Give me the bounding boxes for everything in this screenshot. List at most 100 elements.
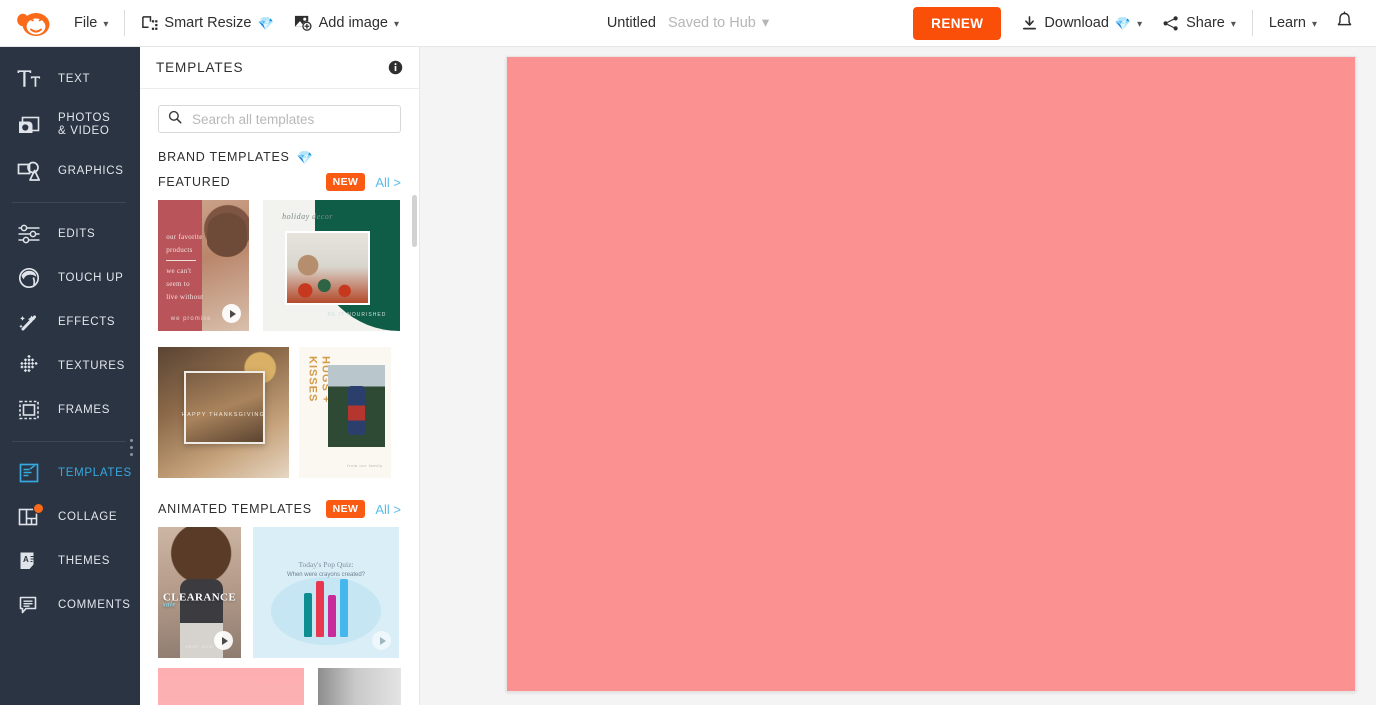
wand-icon [14, 312, 44, 333]
sidebar-item-templates[interactable]: TEMPLATES [0, 451, 140, 495]
sidebar-item-edits[interactable]: EDITS [0, 212, 140, 256]
texture-icon [14, 355, 44, 377]
sidebar-item-label: EFFECTS [58, 315, 116, 328]
file-menu-label: File [74, 15, 98, 31]
learn-label: Learn [1268, 15, 1306, 31]
template-card-holiday-decor[interactable]: holiday decor BE IT NOURISHED [263, 200, 400, 331]
sidebar-item-effects[interactable]: EFFECTS [0, 300, 140, 344]
sidebar-item-graphics[interactable]: GRAPHICS [0, 149, 140, 193]
featured-all-link[interactable]: All > [375, 175, 401, 190]
crayons-illustration [304, 579, 348, 638]
rail-drag-handle[interactable] [130, 439, 133, 456]
animated-row-1: CLEARANCE sale SHOP NOW Today's Pop Quiz:… [158, 527, 401, 658]
resize-icon [141, 15, 158, 32]
search-input[interactable] [192, 111, 391, 127]
add-image-icon [294, 14, 313, 32]
template-card-food-partial[interactable] [318, 668, 401, 705]
templates-scroll-area[interactable]: BRAND TEMPLATES 💎 FEATURED NEW All > [140, 89, 419, 705]
new-badge: NEW [325, 500, 366, 518]
animated-row-2 [158, 668, 401, 705]
section-label: ANIMATED TEMPLATES [158, 502, 312, 516]
notifications-button[interactable] [1327, 10, 1366, 36]
document-title-group: Untitled Saved to Hub ▾ [607, 15, 769, 31]
sidebar-item-photos-video[interactable]: PHOTOS & VIDEO [0, 101, 140, 149]
bell-icon [1335, 10, 1354, 36]
sidebar-item-label: PHOTOS & VIDEO [58, 112, 111, 137]
sidebar-item-label: TEMPLATES [58, 466, 132, 479]
picmonkey-editor: File ▾ Smart Resize 💎 Add image ▾ Untitl… [0, 0, 1376, 705]
download-label: Download [1044, 15, 1109, 31]
sidebar-item-themes[interactable]: A THEMES [0, 539, 140, 583]
picmonkey-logo[interactable] [8, 9, 64, 37]
sidebar-item-text[interactable]: TEXT [0, 57, 140, 101]
download-icon [1021, 15, 1038, 32]
section-brand-templates[interactable]: BRAND TEMPLATES 💎 [158, 150, 401, 164]
templates-panel: TEMPLATES Search all templates BRAND TEM… [140, 47, 420, 705]
save-status[interactable]: Saved to Hub ▾ [668, 15, 769, 31]
save-status-label: Saved to Hub [668, 15, 756, 31]
download-button[interactable]: Download 💎 ▾ [1011, 0, 1152, 46]
add-image-button[interactable]: Add image ▾ [284, 0, 409, 46]
premium-diamond-icon: 💎 [1114, 15, 1132, 31]
learn-menu[interactable]: Learn ▾ [1259, 0, 1327, 46]
share-icon [1162, 15, 1180, 32]
template-card-text-line2: When were crayons created? [286, 571, 366, 578]
canvas-stage[interactable] [420, 47, 1376, 705]
new-badge: NEW [325, 173, 366, 191]
info-icon[interactable] [388, 60, 403, 75]
animated-all-link[interactable]: All > [375, 502, 401, 517]
smart-resize-label: Smart Resize [164, 15, 252, 31]
toolbar-divider-2 [1251, 10, 1253, 36]
sidebar-item-touch-up[interactable]: TOUCH UP [0, 256, 140, 300]
play-icon[interactable] [372, 631, 391, 650]
sidebar-item-label: TOUCH UP [58, 271, 124, 284]
template-card-text: holiday decor [282, 211, 333, 221]
collage-icon [14, 503, 44, 528]
template-card-text: our favorite products we can't seem to live… [166, 233, 204, 302]
template-card-clearance-sale[interactable]: CLEARANCE sale SHOP NOW [158, 527, 241, 658]
template-card-hugs-kisses[interactable]: HUGS + KISSES from our family [299, 347, 391, 478]
chevron-down-icon: ▾ [103, 18, 109, 30]
template-card-happy-thanksgiving[interactable]: HAPPY THANKSGIVING [158, 347, 289, 478]
template-card-our-favorite-products[interactable]: our favorite products we can't seem to live… [158, 200, 249, 331]
rail-divider-2 [12, 441, 126, 442]
chevron-down-icon: ▾ [1311, 18, 1317, 30]
sidebar-item-label: TEXT [58, 72, 91, 85]
photo-icon [14, 115, 44, 136]
play-icon[interactable] [214, 631, 233, 650]
featured-row-1: our favorite products we can't seem to live… [158, 200, 401, 331]
sidebar-item-comments[interactable]: COMMENTS [0, 583, 140, 627]
sidebar-item-label: THEMES [58, 554, 111, 567]
search-box[interactable] [158, 105, 401, 133]
sidebar-item-frames[interactable]: FRAMES [0, 388, 140, 432]
sidebar-item-collage[interactable]: COLLAGE [0, 495, 140, 539]
panel-scrollbar[interactable] [412, 195, 417, 247]
template-card-pink-partial[interactable] [158, 668, 304, 705]
chevron-down-icon: ▾ [1230, 18, 1236, 30]
sidebar-item-label: COLLAGE [58, 510, 118, 523]
template-card-caption: BE IT NOURISHED [327, 311, 387, 318]
file-menu[interactable]: File ▾ [64, 0, 118, 46]
section-featured: FEATURED NEW All > [158, 173, 401, 191]
renew-button[interactable]: RENEW [913, 6, 1002, 40]
templates-icon [14, 462, 44, 484]
svg-text:A: A [23, 555, 29, 564]
top-toolbar: File ▾ Smart Resize 💎 Add image ▾ Untitl… [0, 0, 1376, 47]
graphics-icon [14, 161, 44, 182]
toolbar-divider-1 [124, 10, 126, 36]
section-label: FEATURED [158, 175, 231, 189]
sidebar-item-textures[interactable]: TEXTURES [0, 344, 140, 388]
design-canvas[interactable] [506, 56, 1356, 692]
sidebar-item-label: GRAPHICS [58, 164, 124, 177]
template-card-pop-quiz[interactable]: Today's Pop Quiz: When were crayons crea… [253, 527, 399, 658]
play-icon[interactable] [222, 304, 241, 323]
share-label: Share [1186, 15, 1225, 31]
template-card-footer: SHOP NOW [185, 643, 214, 649]
panel-title: TEMPLATES [156, 60, 244, 75]
themes-icon: A [14, 550, 44, 572]
templates-panel-header: TEMPLATES [140, 47, 419, 89]
smart-resize-button[interactable]: Smart Resize 💎 [131, 0, 283, 46]
document-title[interactable]: Untitled [607, 15, 656, 31]
sidebar-item-label: TEXTURES [58, 359, 125, 372]
share-button[interactable]: Share ▾ [1152, 0, 1246, 46]
